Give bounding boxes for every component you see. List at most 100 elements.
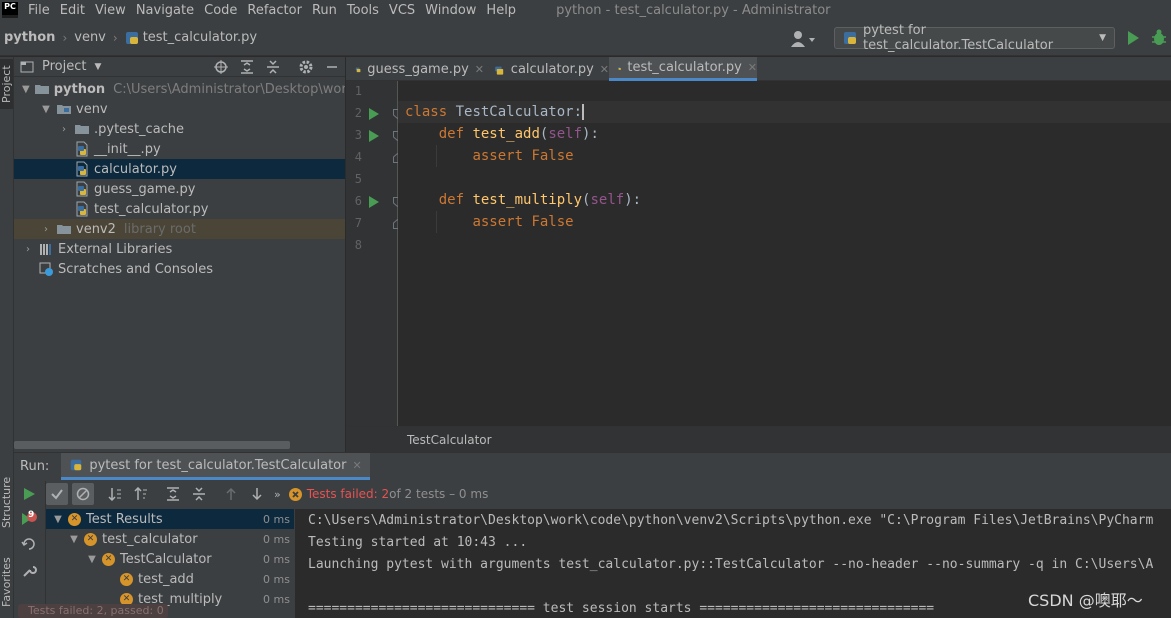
menu-window[interactable]: Window: [425, 3, 476, 18]
show-passed-button[interactable]: [46, 483, 68, 505]
chevron-down-icon[interactable]: ▼: [94, 62, 101, 72]
project-path: C:\Users\Administrator\Desktop\work\cc: [113, 81, 345, 97]
run-configuration-select[interactable]: pytest for test_calculator.TestCalculato…: [834, 23, 1115, 53]
show-ignored-button[interactable]: [72, 483, 94, 505]
chevron-down-icon[interactable]: ▼: [86, 554, 98, 565]
tree-item-label: venv: [76, 101, 108, 117]
test-results-root[interactable]: ▼ ✕ Test Results 0 ms: [46, 509, 294, 529]
console-line: C:\Users\Administrator\Desktop\work\code…: [308, 513, 1154, 528]
tests-summary: of 2 tests – 0 ms: [389, 487, 489, 501]
arrow-up-icon: [226, 487, 236, 500]
close-icon[interactable]: ✕: [352, 459, 361, 472]
menu-file[interactable]: File: [28, 3, 50, 18]
menu-run[interactable]: Run: [312, 3, 337, 18]
test-status-tooltip: Tests failed: 2, passed: 0: [18, 604, 168, 618]
more-actions-icon[interactable]: »: [274, 488, 281, 501]
tree-item-label: External Libraries: [58, 241, 173, 257]
tab-label: test_calculator.py: [627, 60, 742, 75]
breadcrumb-venv[interactable]: venv: [74, 30, 106, 45]
run-tab[interactable]: pytest for test_calculator.TestCalculato…: [61, 453, 370, 480]
project-panel-title[interactable]: Project: [42, 59, 86, 74]
tree-item-label: python: [53, 81, 106, 97]
menu-help[interactable]: Help: [486, 3, 516, 18]
editor-breadcrumb-class[interactable]: TestCalculator: [407, 433, 492, 447]
tree-item-venv[interactable]: ▼ venv: [14, 99, 345, 119]
test-class[interactable]: ▼ ✕ TestCalculator 0 ms: [46, 549, 294, 569]
run-test-gutter-icon[interactable]: [369, 108, 379, 120]
close-icon[interactable]: ✕: [475, 63, 484, 76]
tree-item-calculator[interactable]: calculator.py: [14, 159, 345, 179]
run-tab-label: pytest for test_calculator.TestCalculato…: [89, 457, 347, 473]
horizontal-scrollbar[interactable]: [14, 441, 290, 449]
python-file-icon: [76, 161, 88, 177]
debug-icon[interactable]: [1151, 29, 1167, 47]
breadcrumb-python[interactable]: python: [4, 30, 55, 45]
user-icon[interactable]: [790, 30, 816, 48]
tool-tab-favorites[interactable]: Favorites: [0, 552, 13, 612]
close-icon[interactable]: ✕: [748, 61, 757, 74]
tree-item-python[interactable]: ▼ python C:\Users\Administrator\Desktop\…: [14, 79, 345, 99]
menu-vcs[interactable]: VCS: [389, 3, 415, 18]
chevron-right-icon[interactable]: ›: [40, 224, 52, 235]
tree-item-external-libraries[interactable]: › External Libraries: [14, 239, 345, 259]
tab-test-calculator[interactable]: test_calculator.py ✕: [609, 57, 757, 81]
rerun-icon[interactable]: [22, 487, 36, 501]
sort-by-duration-button[interactable]: [130, 483, 152, 505]
test-case[interactable]: ✕ test_add 0 ms: [46, 569, 294, 589]
chevron-down-icon[interactable]: ▼: [68, 534, 80, 545]
collapse-all-button[interactable]: [188, 483, 210, 505]
previous-failed-button[interactable]: [220, 483, 242, 505]
tree-item-pytest-cache[interactable]: › .pytest_cache: [14, 119, 345, 139]
chevron-down-icon: ▼: [1099, 33, 1106, 43]
run-test-gutter-icon[interactable]: [369, 196, 379, 208]
collapse-all-icon[interactable]: [265, 59, 281, 75]
tree-item-scratches[interactable]: Scratches and Consoles: [14, 259, 345, 279]
tree-item-test-calculator[interactable]: test_calculator.py: [14, 199, 345, 219]
arrow-down-icon: [252, 488, 262, 501]
sort-alphabetically-button[interactable]: [104, 483, 126, 505]
code-token: False: [531, 214, 574, 230]
run-tool-window: Run: pytest for test_calculator.TestCalc…: [14, 452, 1171, 618]
chevron-right-icon[interactable]: ›: [22, 244, 34, 255]
gear-icon[interactable]: [298, 59, 314, 75]
test-module[interactable]: ▼ ✕ test_calculator 0 ms: [46, 529, 294, 549]
chevron-right-icon[interactable]: ›: [58, 124, 70, 135]
chevron-down-icon[interactable]: ▼: [40, 104, 52, 115]
menu-refactor[interactable]: Refactor: [247, 3, 302, 18]
line-number: 8: [354, 238, 362, 252]
close-icon[interactable]: ✕: [600, 63, 609, 76]
minimize-icon[interactable]: [324, 59, 340, 75]
console-line: Launching pytest with arguments test_cal…: [308, 557, 1154, 572]
tab-calculator[interactable]: calculator.py ✕: [484, 57, 609, 81]
breadcrumb-file[interactable]: test_calculator.py: [143, 30, 257, 45]
tab-guess-game[interactable]: guess_game.py ✕: [346, 57, 484, 81]
text-caret: [582, 104, 585, 120]
locate-file-icon[interactable]: [213, 59, 229, 75]
run-icon[interactable]: [1126, 30, 1140, 46]
toggle-auto-test-icon[interactable]: [21, 536, 37, 552]
sort-alpha-icon: [108, 488, 121, 501]
tool-tab-structure[interactable]: Structure: [0, 472, 13, 532]
menu-view[interactable]: View: [95, 3, 126, 18]
line-number: 6: [354, 194, 362, 208]
menu-code[interactable]: Code: [204, 3, 237, 18]
code-token: test_multiply: [472, 192, 583, 208]
tree-item-venv2[interactable]: › venv2 library root: [14, 219, 345, 239]
expand-all-icon[interactable]: [239, 59, 255, 75]
tree-item-guess-game[interactable]: guess_game.py: [14, 179, 345, 199]
tree-item-init[interactable]: __init__.py: [14, 139, 345, 159]
editor-breadcrumb-bar: TestCalculator: [346, 426, 1171, 452]
tree-item-label: calculator.py: [94, 161, 177, 177]
menu-navigate[interactable]: Navigate: [136, 3, 194, 18]
run-test-gutter-icon[interactable]: [369, 130, 379, 142]
window-title: python - test_calculator.py - Administra…: [556, 2, 831, 18]
next-failed-button[interactable]: [246, 483, 268, 505]
tool-tab-project[interactable]: Project: [0, 59, 13, 109]
test-label: Test Results: [86, 511, 163, 527]
chevron-down-icon[interactable]: ▼: [22, 84, 30, 95]
menu-tools[interactable]: Tools: [347, 3, 379, 18]
menu-edit[interactable]: Edit: [60, 3, 85, 18]
wrench-icon[interactable]: [21, 563, 37, 579]
expand-all-button[interactable]: [162, 483, 184, 505]
chevron-down-icon[interactable]: ▼: [52, 514, 64, 525]
